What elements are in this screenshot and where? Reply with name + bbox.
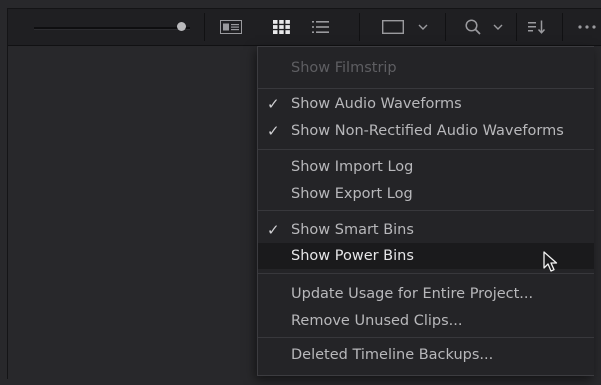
sort-button[interactable]	[522, 15, 552, 39]
menu-item-show-smart-bins[interactable]: ✓ Show Smart Bins	[258, 217, 594, 243]
checkmark-icon: ✓	[267, 95, 280, 113]
zoom-slider-handle[interactable]	[177, 22, 186, 31]
more-options-menu: Show Filmstrip ✓ Show Audio Waveforms ✓ …	[257, 46, 594, 376]
menu-separator	[258, 149, 594, 150]
toolbar-divider	[516, 13, 517, 41]
chevron-down-icon	[418, 24, 428, 30]
toolbar-divider	[445, 13, 446, 41]
menu-separator	[258, 337, 594, 338]
menu-item-label: Show Non-Rectified Audio Waveforms	[291, 123, 564, 139]
menu-item-label: Show Smart Bins	[291, 222, 414, 238]
clip-size-dropdown[interactable]	[376, 15, 434, 39]
menu-item-label: Show Power Bins	[291, 248, 414, 264]
list-view-button[interactable]	[305, 15, 335, 39]
menu-item-show-import-log[interactable]: Show Import Log	[258, 154, 594, 180]
more-options-button[interactable]	[572, 15, 601, 39]
menu-item-remove-unused-clips[interactable]: Remove Unused Clips...	[258, 308, 594, 334]
thumbnail-view-button[interactable]	[266, 15, 296, 39]
metadata-view-icon	[220, 20, 242, 34]
toolbar-divider	[204, 13, 205, 41]
sort-icon	[528, 20, 546, 34]
checkmark-icon: ✓	[267, 122, 280, 140]
search-dropdown[interactable]	[456, 15, 512, 39]
clip-size-icon	[382, 20, 404, 34]
menu-separator	[258, 88, 594, 89]
menu-separator	[258, 210, 594, 211]
toolbar-divider	[562, 13, 563, 41]
menu-item-show-filmstrip[interactable]: Show Filmstrip	[258, 55, 594, 81]
thumbnail-view-icon	[272, 20, 290, 34]
search-icon	[465, 19, 481, 35]
toolbar-divider	[359, 13, 360, 41]
menu-item-show-export-log[interactable]: Show Export Log	[258, 181, 594, 207]
menu-item-label: Show Import Log	[291, 159, 414, 175]
menu-item-label: Show Filmstrip	[291, 60, 397, 76]
more-options-icon	[578, 25, 596, 29]
menu-item-show-audio-waveforms[interactable]: ✓ Show Audio Waveforms	[258, 91, 594, 117]
menu-item-label: Remove Unused Clips...	[291, 313, 463, 329]
menu-item-label: Show Export Log	[291, 186, 413, 202]
list-view-icon	[311, 21, 329, 33]
menu-item-label: Update Usage for Entire Project...	[291, 286, 534, 302]
menu-item-update-usage[interactable]: Update Usage for Entire Project...	[258, 281, 594, 307]
menu-item-label: Show Audio Waveforms	[291, 96, 462, 112]
menu-item-label: Deleted Timeline Backups...	[291, 347, 494, 363]
chevron-down-icon	[493, 24, 503, 30]
mouse-pointer-icon	[543, 251, 558, 272]
metadata-view-button[interactable]	[216, 15, 246, 39]
media-pool-toolbar	[8, 9, 601, 46]
checkmark-icon: ✓	[267, 221, 280, 239]
menu-item-show-non-rectified-audio-waveforms[interactable]: ✓ Show Non-Rectified Audio Waveforms	[258, 118, 594, 144]
zoom-slider-track[interactable]	[34, 27, 190, 30]
menu-item-deleted-timeline-backups[interactable]: Deleted Timeline Backups...	[258, 342, 594, 368]
